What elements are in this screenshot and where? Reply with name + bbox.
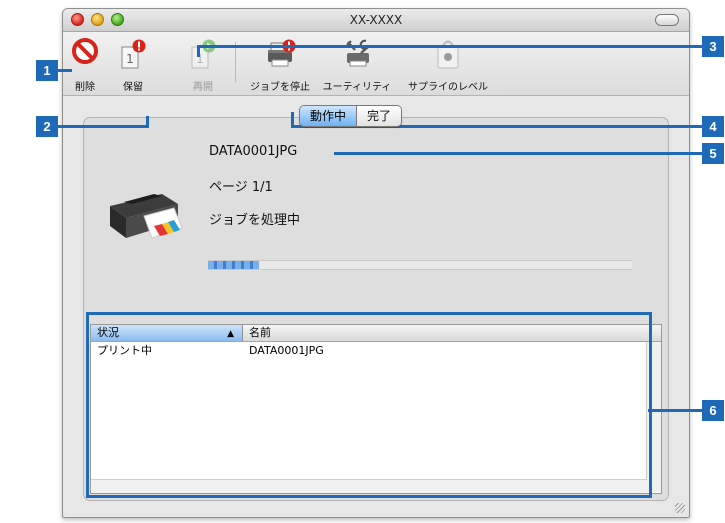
stop-jobs-label: ジョブを停止: [250, 82, 310, 93]
callout-3-line-vertical: [197, 45, 200, 57]
utility-label: ユーティリティ: [322, 82, 392, 93]
supply-levels-button[interactable]: サプライのレベル: [403, 32, 493, 95]
callout-6-line: [648, 409, 702, 412]
utility-button[interactable]: ユーティリティ: [317, 32, 397, 95]
printer-alert-icon: [262, 38, 298, 74]
tab-active-jobs[interactable]: 動作中: [300, 106, 358, 126]
callout-5: 5: [702, 143, 724, 164]
ink-bag-icon: [433, 38, 463, 74]
callout-4: 4: [702, 116, 724, 137]
callout-1: 1: [36, 60, 58, 81]
job-tabs: 動作中 完了: [299, 105, 403, 127]
window-title: XX-XXXX: [349, 13, 403, 27]
prohibit-icon: [72, 38, 98, 68]
callout-3: 3: [702, 36, 724, 57]
delete-label: 削除: [75, 82, 95, 93]
callout-6-frame: [86, 312, 652, 498]
callout-5-line: [334, 152, 702, 155]
stop-jobs-button[interactable]: ジョブを停止: [245, 32, 315, 95]
toolbar: 削除 1 保留 1 再開 ジョブを停止 ユーティリティ サプライのレベル: [63, 32, 689, 96]
document-alert-icon: 1: [119, 38, 147, 76]
resize-grip-icon[interactable]: [675, 503, 685, 513]
toolbar-separator: [235, 42, 236, 82]
callout-2-line-vertical: [146, 116, 149, 128]
document-resume-icon: 1: [189, 38, 217, 76]
job-progress-fill: [208, 261, 259, 269]
toolbar-toggle-button[interactable]: [655, 14, 679, 26]
svg-text:1: 1: [126, 52, 134, 66]
hold-button[interactable]: 1 保留: [115, 32, 151, 95]
hold-label: 保留: [123, 82, 143, 93]
callout-4-line-vertical: [291, 112, 294, 128]
callout-1-line: [58, 69, 72, 72]
tab-completed-jobs[interactable]: 完了: [357, 106, 402, 126]
callout-3-line: [198, 45, 702, 48]
title-bar[interactable]: XX-XXXX: [63, 9, 689, 32]
resume-label: 再開: [193, 82, 213, 93]
job-page-count: ページ 1/1: [209, 180, 273, 195]
callout-2: 2: [36, 116, 58, 137]
job-file-name: DATA0001JPG: [209, 144, 298, 159]
job-progress-bar: [208, 260, 632, 270]
callout-6: 6: [702, 400, 724, 421]
resume-button[interactable]: 1 再開: [185, 32, 221, 95]
supply-levels-label: サプライのレベル: [408, 82, 488, 93]
job-status-text: ジョブを処理中: [209, 213, 301, 228]
printer-image: [104, 176, 184, 250]
callout-2-line: [58, 125, 148, 128]
printer-tools-icon: [339, 38, 375, 74]
delete-button[interactable]: 削除: [67, 32, 103, 95]
